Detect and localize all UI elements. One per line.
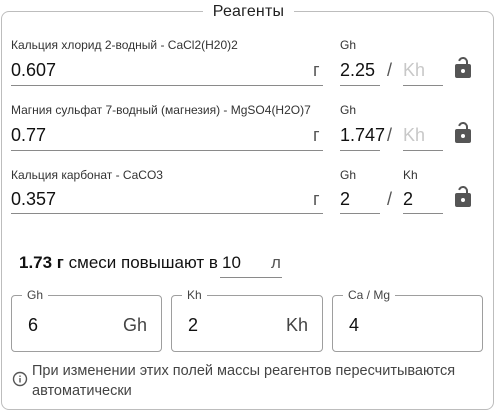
mass-unit: г [313, 125, 320, 145]
reagent-row: Магния сульфат 7-водный (магнезия) - MgS… [0, 103, 497, 167]
ca-mg-result-label: Ca / Mg [343, 288, 396, 302]
mass-underline [11, 150, 323, 151]
panel-title-text: Реагенты [202, 3, 295, 20]
gh-input[interactable]: 2.25 [340, 60, 375, 81]
mass-input[interactable]: 0.77 [11, 125, 46, 146]
gh-result-field[interactable]: Gh 6 Gh [11, 288, 162, 352]
kh-result-label: Kh [182, 288, 207, 302]
gh-underline [340, 213, 380, 214]
info-icon [12, 371, 28, 387]
lock-open-icon[interactable] [451, 185, 475, 209]
reagent-row: Кальция хлорид 2-водный - CaCl2(H20)2 0.… [0, 38, 497, 102]
ca-mg-result-value: 4 [349, 315, 360, 335]
reagent-name: Кальция хлорид 2-водный - CaCl2(H20)2 [11, 38, 238, 52]
mix-text: смеси повышают в [68, 253, 218, 272]
separator: / [387, 125, 393, 145]
separator: / [387, 189, 393, 209]
info-text: При изменении этих полей массы реагентов… [32, 363, 456, 399]
kh-underline [403, 213, 443, 214]
mass-input[interactable]: 0.607 [11, 60, 56, 81]
volume-input[interactable]: 10 [222, 253, 241, 273]
reagent-name: Магния сульфат 7-водный (магнезия) - MgS… [11, 103, 311, 117]
volume-unit: л [271, 253, 281, 272]
gh-result-label: Gh [22, 288, 49, 302]
mass-unit: г [313, 60, 320, 80]
gh-underline [340, 85, 380, 86]
gh-label: Gh [340, 168, 357, 182]
kh-input[interactable]: Kh [403, 60, 425, 81]
kh-underline [403, 150, 443, 151]
lock-open-icon[interactable] [451, 56, 475, 80]
lock-open-icon[interactable] [451, 121, 475, 145]
reagent-row: Кальция карбонат - CaCO3 0.357 г Gh 2 / … [0, 168, 497, 232]
gh-underline [340, 150, 380, 151]
gh-label: Gh [340, 38, 357, 52]
ca-mg-result-field[interactable]: Ca / Mg 4 [332, 288, 483, 352]
kh-underline [403, 85, 443, 86]
gh-result-unit: Gh [122, 315, 147, 335]
gh-result-value: 6 [28, 315, 39, 335]
mix-summary: 1.73 г смеси повышают в [19, 253, 218, 273]
panel-title: Реагенты [0, 3, 497, 21]
kh-input[interactable]: 2 [403, 189, 413, 210]
mass-underline [11, 85, 323, 86]
mass-underline [11, 213, 323, 214]
kh-result-unit: Kh [285, 315, 308, 335]
volume-underline [220, 277, 282, 278]
kh-label: Kh [403, 168, 418, 182]
reagent-name: Кальция карбонат - CaCO3 [11, 168, 163, 182]
kh-input[interactable]: Kh [403, 125, 425, 146]
kh-result-value: 2 [188, 315, 199, 335]
mass-unit: г [313, 189, 320, 209]
mix-amount: 1.73 г [19, 253, 64, 272]
separator: / [387, 60, 393, 80]
gh-label: Gh [340, 103, 357, 117]
mass-input[interactable]: 0.357 [11, 189, 56, 210]
gh-input[interactable]: 2 [340, 189, 350, 210]
gh-input[interactable]: 1.747 [340, 125, 385, 146]
kh-result-field[interactable]: Kh 2 Kh [171, 288, 323, 352]
